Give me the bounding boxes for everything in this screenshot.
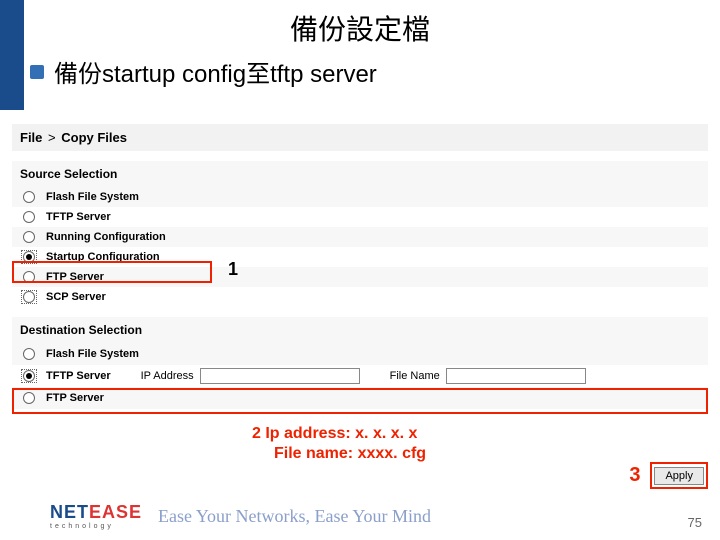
radio-icon[interactable] bbox=[23, 392, 35, 404]
bullet-text: 備份startup config至tftp server bbox=[54, 54, 377, 89]
config-panel: File > Copy Files Source Selection Flash… bbox=[12, 124, 708, 409]
source-label-startup: Startup Configuration bbox=[46, 251, 160, 263]
ip-address-label: IP Address bbox=[141, 370, 194, 382]
dest-label-ftp: FTP Server bbox=[46, 392, 104, 404]
brand-part-b: EASE bbox=[89, 502, 142, 522]
footer: NETEASE technology Ease Your Networks, E… bbox=[50, 502, 431, 530]
dest-row-ftp[interactable]: FTP Server bbox=[12, 387, 708, 409]
source-label-ftp: FTP Server bbox=[46, 271, 104, 283]
source-row-ftp[interactable]: FTP Server bbox=[12, 267, 708, 287]
brand-sub: technology bbox=[50, 523, 114, 530]
radio-icon[interactable] bbox=[23, 231, 35, 243]
source-label-tftp: TFTP Server bbox=[46, 211, 111, 223]
radio-icon[interactable] bbox=[23, 211, 35, 223]
radio-icon[interactable] bbox=[23, 370, 35, 382]
file-name-label: File Name bbox=[390, 370, 440, 382]
source-row-flash[interactable]: Flash File System bbox=[12, 187, 708, 207]
dest-row-flash[interactable]: Flash File System bbox=[12, 343, 708, 365]
brand-part-a: NET bbox=[50, 502, 89, 522]
callout-3: 3 bbox=[629, 464, 640, 487]
dest-row-tftp[interactable]: TFTP Server IP Address File Name bbox=[12, 365, 708, 387]
radio-icon[interactable] bbox=[23, 271, 35, 283]
breadcrumb-level2: Copy Files bbox=[61, 130, 127, 145]
slide-bullet: 備份startup config至tftp server bbox=[30, 54, 377, 89]
callout-2-line2: File name: xxxx. cfg bbox=[274, 444, 426, 464]
dest-label-tftp: TFTP Server bbox=[46, 370, 111, 382]
source-row-tftp[interactable]: TFTP Server bbox=[12, 207, 708, 227]
brand-logo: NETEASE technology bbox=[50, 502, 142, 530]
source-row-scp[interactable]: SCP Server bbox=[12, 287, 708, 307]
apply-button[interactable]: Apply bbox=[654, 467, 704, 485]
radio-icon[interactable] bbox=[23, 251, 35, 263]
dest-label-flash: Flash File System bbox=[46, 348, 139, 360]
breadcrumb-level1: File bbox=[20, 130, 42, 145]
callout-2: 2 Ip address: x. x. x. x File name: xxxx… bbox=[252, 424, 426, 464]
brand-tagline: Ease Your Networks, Ease Your Mind bbox=[158, 506, 431, 527]
source-label-flash: Flash File System bbox=[46, 191, 139, 203]
page-number: 75 bbox=[688, 515, 702, 530]
slide-root: 備份設定檔 備份startup config至tftp server File … bbox=[0, 0, 720, 540]
apply-area: 3 Apply bbox=[629, 462, 708, 489]
slide-title: 備份設定檔 bbox=[0, 8, 720, 48]
radio-icon[interactable] bbox=[23, 348, 35, 360]
highlight-box-3: Apply bbox=[650, 462, 708, 489]
source-label-scp: SCP Server bbox=[46, 291, 106, 303]
source-label-running: Running Configuration bbox=[46, 231, 166, 243]
radio-icon[interactable] bbox=[23, 191, 35, 203]
file-name-input[interactable] bbox=[446, 368, 586, 384]
breadcrumb-sep: > bbox=[48, 130, 56, 145]
source-heading: Source Selection bbox=[12, 161, 708, 187]
ip-address-input[interactable] bbox=[200, 368, 360, 384]
callout-2-line1: 2 Ip address: x. x. x. x bbox=[252, 424, 426, 444]
radio-icon[interactable] bbox=[23, 291, 35, 303]
breadcrumb: File > Copy Files bbox=[12, 124, 708, 151]
source-row-startup[interactable]: Startup Configuration bbox=[12, 247, 708, 267]
source-row-running[interactable]: Running Configuration bbox=[12, 227, 708, 247]
callout-1: 1 bbox=[228, 259, 238, 280]
dest-heading: Destination Selection bbox=[12, 317, 708, 343]
bullet-icon bbox=[30, 65, 44, 79]
